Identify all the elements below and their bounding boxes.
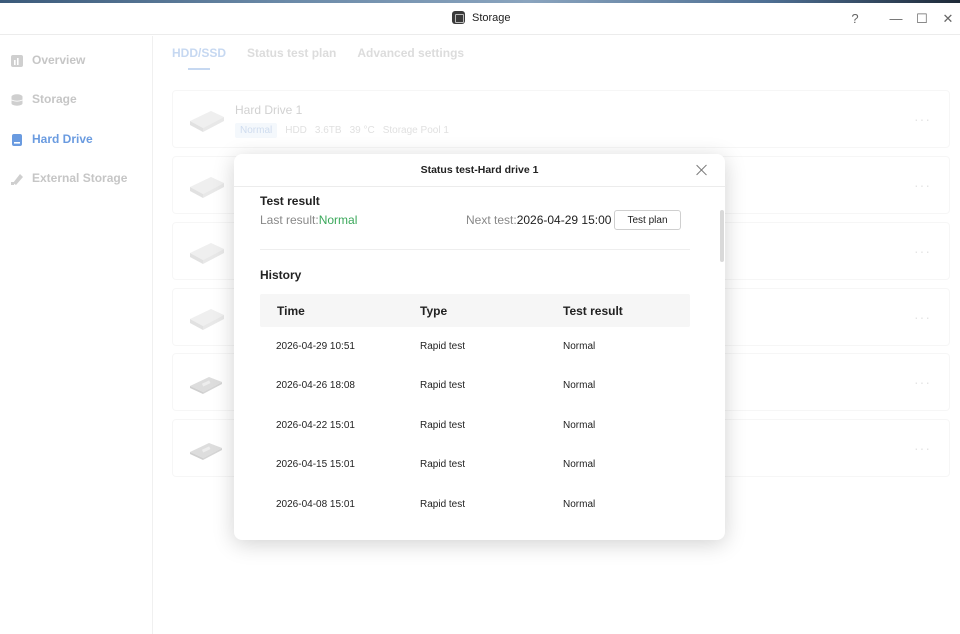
status-test-dialog: Status test-Hard drive 1 Test result Las…: [234, 154, 725, 540]
history-type: Rapid test: [420, 419, 466, 431]
history-time: 2026-04-08 15:01: [276, 498, 355, 510]
history-result: Normal: [563, 341, 596, 352]
last-result-label: Last result:: [260, 213, 319, 227]
storage-app-icon: [452, 11, 465, 24]
sidebar: Overview Storage Hard Drive External Sto…: [0, 36, 153, 634]
minimize-button[interactable]: —: [887, 10, 905, 28]
table-row: 2026-04-26 18:08 Rapid test Normal: [260, 366, 690, 405]
test-plan-button[interactable]: Test plan: [614, 210, 681, 230]
history-result: Normal: [563, 380, 596, 392]
dialog-title: Status test-Hard drive 1: [420, 164, 539, 176]
next-test: Next test:2026-04-29 15:00: [466, 213, 611, 227]
table-row: 2026-04-22 15:01 Rapid test Normal: [260, 406, 690, 445]
table-row: 2026-04-08 15:01 Rapid test Normal: [260, 485, 690, 524]
sidebar-item-label: Storage: [32, 92, 77, 106]
app-title: Storage: [452, 11, 511, 24]
sidebar-item-label: Hard Drive: [32, 132, 93, 146]
last-result-value: Normal: [318, 213, 358, 227]
column-header-time: Time: [277, 304, 305, 318]
sidebar-item-storage[interactable]: Storage: [0, 88, 153, 112]
sidebar-item-label: Overview: [32, 53, 86, 67]
dialog-scrollbar[interactable]: [720, 210, 724, 262]
close-window-button[interactable]: ✕: [939, 10, 957, 28]
title-bar: Storage ? — ☐ ✕: [0, 3, 960, 35]
column-header-test-result: Test result: [563, 304, 623, 318]
history-table: Time Type Test result 2026-04-29 10:51 R…: [260, 294, 690, 524]
window-title: Storage: [472, 11, 511, 24]
overview-icon: [11, 55, 23, 67]
sidebar-item-external-storage[interactable]: External Storage: [0, 167, 153, 191]
hard-drive-icon: [12, 134, 22, 146]
dialog-header: Status test-Hard drive 1: [234, 154, 725, 187]
sidebar-item-hard-drive[interactable]: Hard Drive: [0, 128, 153, 152]
sidebar-item-label: External Storage: [32, 171, 128, 185]
test-result-heading: Test result: [260, 194, 320, 208]
next-test-label: Next test:: [466, 213, 517, 227]
column-header-type: Type: [420, 304, 448, 318]
history-time: 2026-04-15 15:01: [276, 459, 355, 471]
history-result: Normal: [563, 498, 596, 510]
maximize-button[interactable]: ☐: [913, 10, 931, 28]
history-time: 2026-04-26 18:08: [276, 380, 355, 392]
history-result: Normal: [563, 419, 596, 431]
history-heading: History: [260, 268, 302, 282]
history-type: Rapid test: [420, 380, 466, 392]
history-result: Normal: [563, 459, 596, 471]
last-result: Last result:Normal: [260, 213, 357, 227]
history-time: 2026-04-29 10:51: [276, 341, 355, 352]
storage-icon: [11, 94, 23, 106]
sidebar-item-overview[interactable]: Overview: [0, 49, 153, 73]
external-storage-icon: [11, 174, 23, 185]
section-divider: [260, 249, 690, 250]
history-type: Rapid test: [420, 498, 466, 510]
history-type: Rapid test: [420, 341, 466, 352]
table-row: 2026-04-29 10:51 Rapid test Normal: [260, 327, 690, 366]
history-type: Rapid test: [420, 459, 466, 471]
help-button[interactable]: ?: [846, 10, 864, 28]
close-icon[interactable]: [695, 163, 709, 177]
next-test-value: 2026-04-29 15:00: [516, 213, 612, 227]
history-time: 2026-04-22 15:01: [276, 419, 355, 431]
table-row: 2026-04-15 15:01 Rapid test Normal: [260, 445, 690, 484]
table-header: Time Type Test result: [260, 294, 690, 327]
